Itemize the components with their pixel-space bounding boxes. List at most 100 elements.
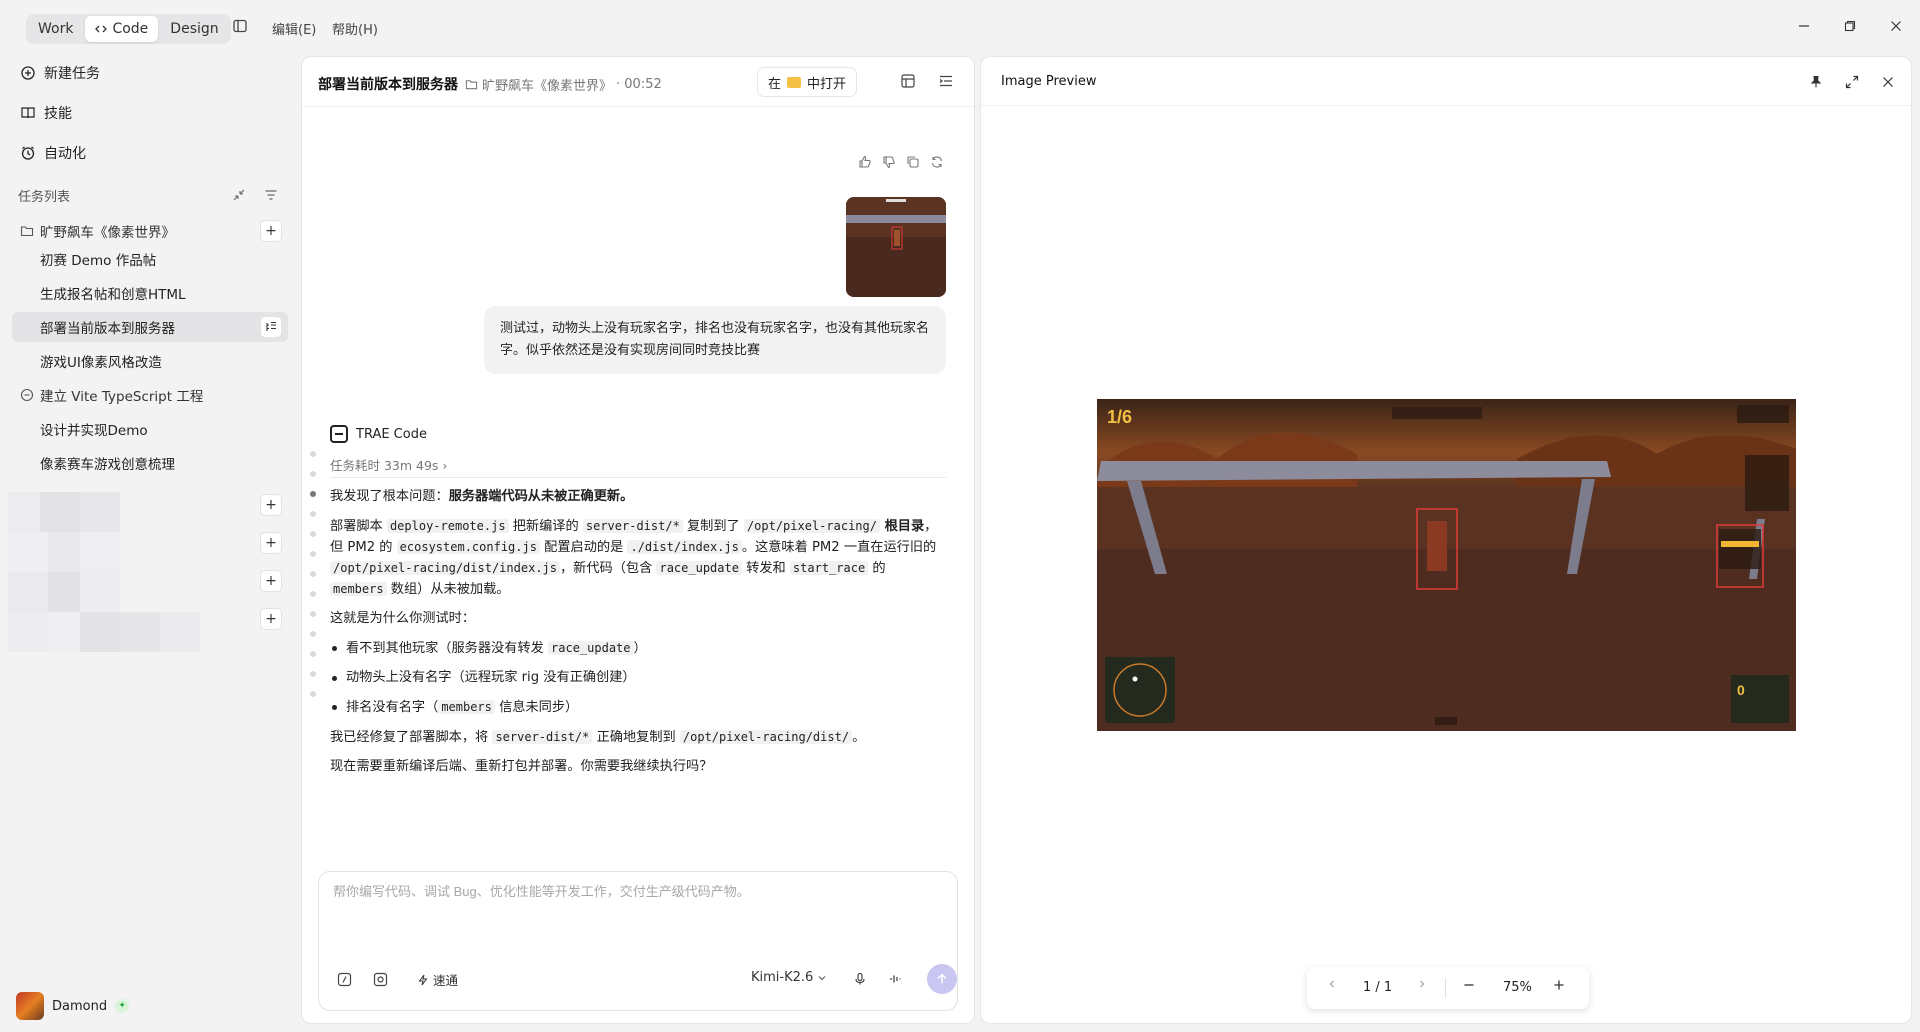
add-button[interactable]: + bbox=[260, 494, 282, 516]
svg-text:1/6: 1/6 bbox=[1107, 407, 1132, 427]
elapsed-time[interactable]: 任务耗时 33m 49s › bbox=[330, 455, 447, 474]
answer-paragraph: 部署脚本 deploy-remote.js 把新编译的 server-dist/… bbox=[330, 519, 938, 597]
nav-new-task[interactable]: 新建任务 bbox=[20, 61, 100, 85]
collapse-all-icon[interactable] bbox=[232, 188, 248, 204]
nav-skills[interactable]: 技能 bbox=[20, 101, 72, 125]
trae-logo-icon bbox=[330, 425, 348, 443]
answer-paragraph: 我已经修复了部署脚本，将 server-dist/* 正确地复制到 /opt/p… bbox=[330, 730, 866, 745]
sidebar-toggle-icon[interactable] bbox=[232, 18, 250, 36]
speed-mode-button[interactable]: 速通 bbox=[417, 970, 458, 989]
timeline-dot bbox=[310, 591, 316, 597]
user-profile[interactable]: Damond ✦ bbox=[16, 992, 130, 1020]
menu-edit[interactable]: 编辑(E) bbox=[272, 19, 316, 38]
chat-panel: 部署当前版本到服务器 旷野飙车《像素世界》 · 00:52 在 中打开 测试过，… bbox=[301, 56, 975, 1024]
chat-header: 部署当前版本到服务器 旷野飙车《像素世界》 · 00:52 在 中打开 bbox=[302, 57, 974, 107]
menu-help[interactable]: 帮助(H) bbox=[332, 19, 378, 38]
preview-title: Image Preview bbox=[1001, 74, 1097, 89]
mode-code-label: Code bbox=[112, 21, 149, 37]
task-item[interactable]: 生成报名帖和创意HTML bbox=[12, 278, 288, 308]
task-group-vite[interactable]: 建立 Vite TypeScript 工程 bbox=[12, 380, 288, 410]
task-item[interactable]: 设计并实现Demo bbox=[12, 414, 288, 444]
arrow-up-icon bbox=[937, 973, 947, 984]
task-item[interactable]: 像素赛车游戏创意梳理 bbox=[12, 448, 288, 478]
timeline-dot bbox=[310, 671, 316, 677]
filter-icon[interactable] bbox=[264, 188, 280, 204]
task-outline-button[interactable] bbox=[260, 316, 282, 338]
add-button[interactable]: + bbox=[260, 608, 282, 630]
add-task-button[interactable]: + bbox=[260, 220, 282, 242]
task-item[interactable]: 初赛 Demo 作品帖 bbox=[12, 244, 288, 274]
answer-paragraph: 现在需要重新编译后端、重新打包并部署。你需要我继续执行吗？ bbox=[330, 759, 713, 774]
prev-page-icon[interactable] bbox=[1327, 979, 1337, 989]
pin-icon[interactable] bbox=[1807, 73, 1825, 91]
model-selector[interactable]: Kimi-K2.6 bbox=[751, 970, 827, 985]
thumbs-down-icon[interactable] bbox=[882, 155, 898, 171]
agent-answer: 我发现了根本问题：服务器端代码从未被正确更新。 部署脚本 deploy-remo… bbox=[330, 487, 946, 786]
add-button[interactable]: + bbox=[260, 570, 282, 592]
agent-header: TRAE Code bbox=[330, 425, 427, 443]
timeline-dot-active bbox=[310, 491, 316, 497]
divider bbox=[330, 477, 946, 478]
preview-image: 1/6 0 bbox=[1097, 399, 1796, 731]
maximize-icon[interactable] bbox=[1840, 16, 1860, 36]
mode-work[interactable]: Work bbox=[28, 16, 83, 42]
timeline-dot bbox=[310, 551, 316, 557]
zoom-in-icon[interactable] bbox=[1553, 979, 1565, 991]
collapse-circle-icon bbox=[20, 388, 34, 402]
answer-paragraph: 这就是为什么你测试时： bbox=[330, 611, 476, 626]
zoom-out-icon[interactable] bbox=[1463, 979, 1475, 991]
timeline-dot bbox=[310, 531, 316, 537]
clock-icon bbox=[21, 146, 35, 160]
mode-design[interactable]: Design bbox=[160, 16, 228, 42]
lightning-icon bbox=[418, 974, 428, 985]
new-task-icon bbox=[21, 66, 35, 80]
nav-automation[interactable]: 自动化 bbox=[20, 141, 86, 165]
task-item-selected[interactable]: 部署当前版本到服务器 bbox=[12, 312, 288, 342]
outline-icon[interactable] bbox=[938, 73, 956, 91]
send-button[interactable] bbox=[927, 964, 957, 994]
add-button[interactable]: + bbox=[260, 532, 282, 554]
voice-wave-icon[interactable] bbox=[887, 970, 905, 988]
task-group-pixel-world[interactable]: 旷野飙车《像素世界》 + bbox=[12, 216, 288, 246]
code-icon bbox=[95, 25, 108, 33]
answer-list: 看不到其他玩家（服务器没有转发 race_update） 动物头上没有名字（远程… bbox=[330, 638, 946, 718]
microphone-icon[interactable] bbox=[851, 970, 869, 988]
sparkle-icon: ✦ bbox=[115, 999, 130, 1013]
refresh-icon[interactable] bbox=[930, 155, 946, 171]
avatar bbox=[16, 992, 44, 1020]
page-indicator: 1 / 1 bbox=[1363, 980, 1393, 995]
list-item: 看不到其他玩家（服务器没有转发 race_update） bbox=[330, 638, 946, 659]
user-name: Damond bbox=[52, 998, 108, 1014]
title-bar: Work Code Design 编辑(E) 帮助(H) bbox=[0, 0, 1920, 56]
thumbs-up-icon[interactable] bbox=[858, 155, 874, 171]
panel-layout-icon[interactable] bbox=[900, 73, 918, 91]
copy-icon[interactable] bbox=[906, 155, 922, 171]
slash-command-icon[interactable] bbox=[335, 970, 353, 988]
message-actions bbox=[858, 155, 946, 171]
timeline-dot bbox=[310, 631, 316, 637]
zoom-level: 75% bbox=[1503, 980, 1532, 995]
task-item[interactable]: 游戏UI像素风格改造 bbox=[12, 346, 288, 376]
attached-image-thumbnail[interactable] bbox=[846, 197, 946, 297]
breadcrumb[interactable]: 旷野飙车《像素世界》 · 00:52 bbox=[465, 75, 662, 94]
sidebar: 新建任务 技能 自动化 任务列表 旷野飙车《像素世界》 + 初赛 Demo 作品… bbox=[0, 56, 296, 1032]
timeline-dot bbox=[310, 651, 316, 657]
list-tree-icon bbox=[266, 321, 276, 331]
minimize-icon[interactable] bbox=[1794, 16, 1814, 36]
divider bbox=[1445, 978, 1446, 998]
timeline-dot bbox=[310, 571, 316, 577]
close-icon[interactable] bbox=[1879, 73, 1897, 91]
book-icon bbox=[21, 107, 35, 119]
open-in-button[interactable]: 在 中打开 bbox=[757, 67, 858, 97]
speed-label: 速通 bbox=[433, 973, 459, 988]
close-window-icon[interactable] bbox=[1886, 16, 1906, 36]
open-in-suffix: 中打开 bbox=[807, 76, 847, 92]
composer-input[interactable] bbox=[333, 884, 933, 899]
image-attach-icon[interactable] bbox=[371, 970, 389, 988]
expand-icon[interactable] bbox=[1843, 73, 1861, 91]
answer-paragraph: 我发现了根本问题：服务器端代码从未被正确更新。 bbox=[330, 489, 634, 504]
next-page-icon[interactable] bbox=[1417, 979, 1427, 989]
folder-outline-icon bbox=[20, 226, 34, 237]
mode-code[interactable]: Code bbox=[85, 16, 159, 42]
composer: 速通 Kimi-K2.6 bbox=[318, 871, 958, 1011]
